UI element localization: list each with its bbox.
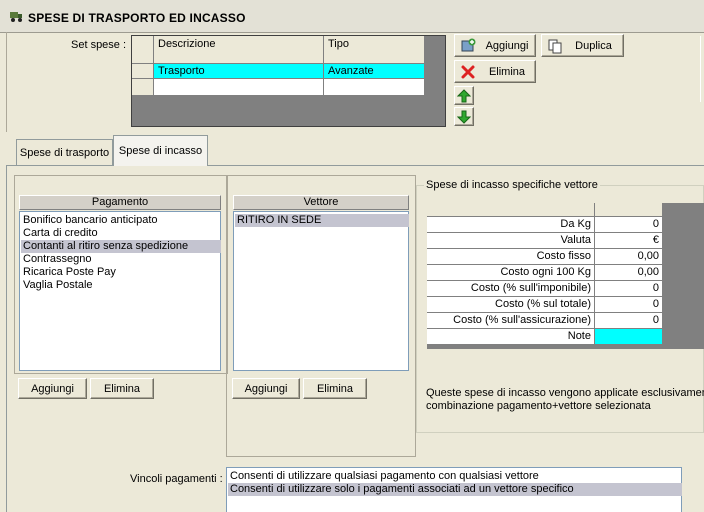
grid-row-costo-fisso[interactable]: Costo fisso 0,00 — [427, 249, 662, 265]
column-header-tipo[interactable]: Tipo — [324, 36, 425, 64]
vincoli-label: Vincoli pagamenti : — [130, 473, 223, 485]
elimina-set-button[interactable]: Elimina — [454, 60, 536, 83]
pagamento-header: Pagamento — [19, 195, 221, 210]
arrow-up-icon — [457, 88, 471, 102]
pagamento-add-button[interactable]: Aggiungi — [18, 378, 87, 399]
pagamento-list[interactable]: Bonifico bancario anticipato Carta di cr… — [19, 211, 221, 371]
grid-row-costo-totale[interactable]: Costo (% sul totale) 0 — [427, 297, 662, 313]
vettore-header: Vettore — [233, 195, 409, 210]
list-item-selected[interactable]: Contanti al ritiro senza spedizione — [21, 240, 221, 253]
cell-tipo[interactable]: Avanzate — [324, 64, 425, 79]
arrow-down-icon — [457, 110, 471, 124]
grid-row-costo-assicurazione[interactable]: Costo (% sull'assicurazione) 0 — [427, 313, 662, 329]
title-bar: SPESE DI TRASPORTO ED INCASSO — [0, 0, 704, 33]
move-down-button[interactable] — [454, 107, 474, 126]
copy-icon — [548, 39, 562, 54]
vincoli-list[interactable]: Consenti di utilizzare qualsiasi pagamen… — [226, 467, 682, 512]
grid-corner — [132, 36, 154, 64]
cell-descrizione[interactable]: Trasporto — [154, 64, 324, 79]
panel-edge — [700, 36, 704, 102]
grid-row-costo-100kg[interactable]: Costo ogni 100 Kg 0,00 — [427, 265, 662, 281]
list-item[interactable]: Carta di credito — [23, 227, 98, 240]
vettore-add-button[interactable]: Aggiungi — [232, 378, 300, 399]
tab-spese-di-trasporto[interactable]: Spese di trasporto — [16, 139, 113, 165]
cell-tipo[interactable] — [324, 79, 425, 96]
tab-spese-di-incasso[interactable]: Spese di incasso — [113, 135, 208, 166]
list-item-selected[interactable]: RITIRO IN SEDE — [235, 214, 409, 227]
grid-header-cell — [595, 203, 662, 217]
set-spese-grid[interactable]: Descrizione Tipo Trasporto Avanzate — [131, 35, 446, 127]
list-item[interactable]: Vaglia Postale — [23, 279, 93, 292]
set-spese-label: Set spese : — [71, 39, 127, 51]
grid-row-note[interactable]: Note — [427, 329, 662, 345]
specifiche-note: Queste spese di incasso vengono applicat… — [426, 387, 704, 412]
specifiche-property-grid[interactable]: Da Kg 0 Valuta € Costo fisso 0,00 Costo … — [427, 203, 704, 349]
cell-descrizione[interactable] — [154, 79, 324, 96]
grid-row-da-kg[interactable]: Da Kg 0 — [427, 217, 662, 233]
truck-icon — [10, 12, 22, 22]
delete-icon — [461, 65, 475, 79]
list-item[interactable]: Ricarica Poste Pay — [23, 266, 116, 279]
duplica-button[interactable]: Duplica — [541, 34, 624, 57]
vettore-delete-button[interactable]: Elimina — [303, 378, 367, 399]
vettore-list[interactable]: RITIRO IN SEDE — [233, 211, 409, 371]
vincoli-option-selected[interactable]: Consenti di utilizzare solo i pagamenti … — [228, 483, 682, 496]
add-icon — [461, 38, 476, 52]
move-up-button[interactable] — [454, 86, 474, 105]
grid-header-cell — [427, 203, 595, 217]
vincoli-option[interactable]: Consenti di utilizzare qualsiasi pagamen… — [230, 470, 539, 483]
list-item[interactable]: Contrassegno — [23, 253, 92, 266]
list-item[interactable]: Bonifico bancario anticipato — [23, 214, 158, 227]
grid-row-valuta[interactable]: Valuta € — [427, 233, 662, 249]
window-title: SPESE DI TRASPORTO ED INCASSO — [28, 11, 246, 25]
row-selector[interactable] — [132, 64, 154, 79]
pagamento-delete-button[interactable]: Elimina — [90, 378, 154, 399]
specifiche-group-title: Spese di incasso specifiche vettore — [424, 179, 600, 191]
column-header-descrizione[interactable]: Descrizione — [154, 36, 324, 64]
aggiungi-set-button[interactable]: Aggiungi — [454, 34, 536, 57]
row-selector[interactable] — [132, 79, 154, 96]
grid-row-costo-imponibile[interactable]: Costo (% sull'imponibile) 0 — [427, 281, 662, 297]
